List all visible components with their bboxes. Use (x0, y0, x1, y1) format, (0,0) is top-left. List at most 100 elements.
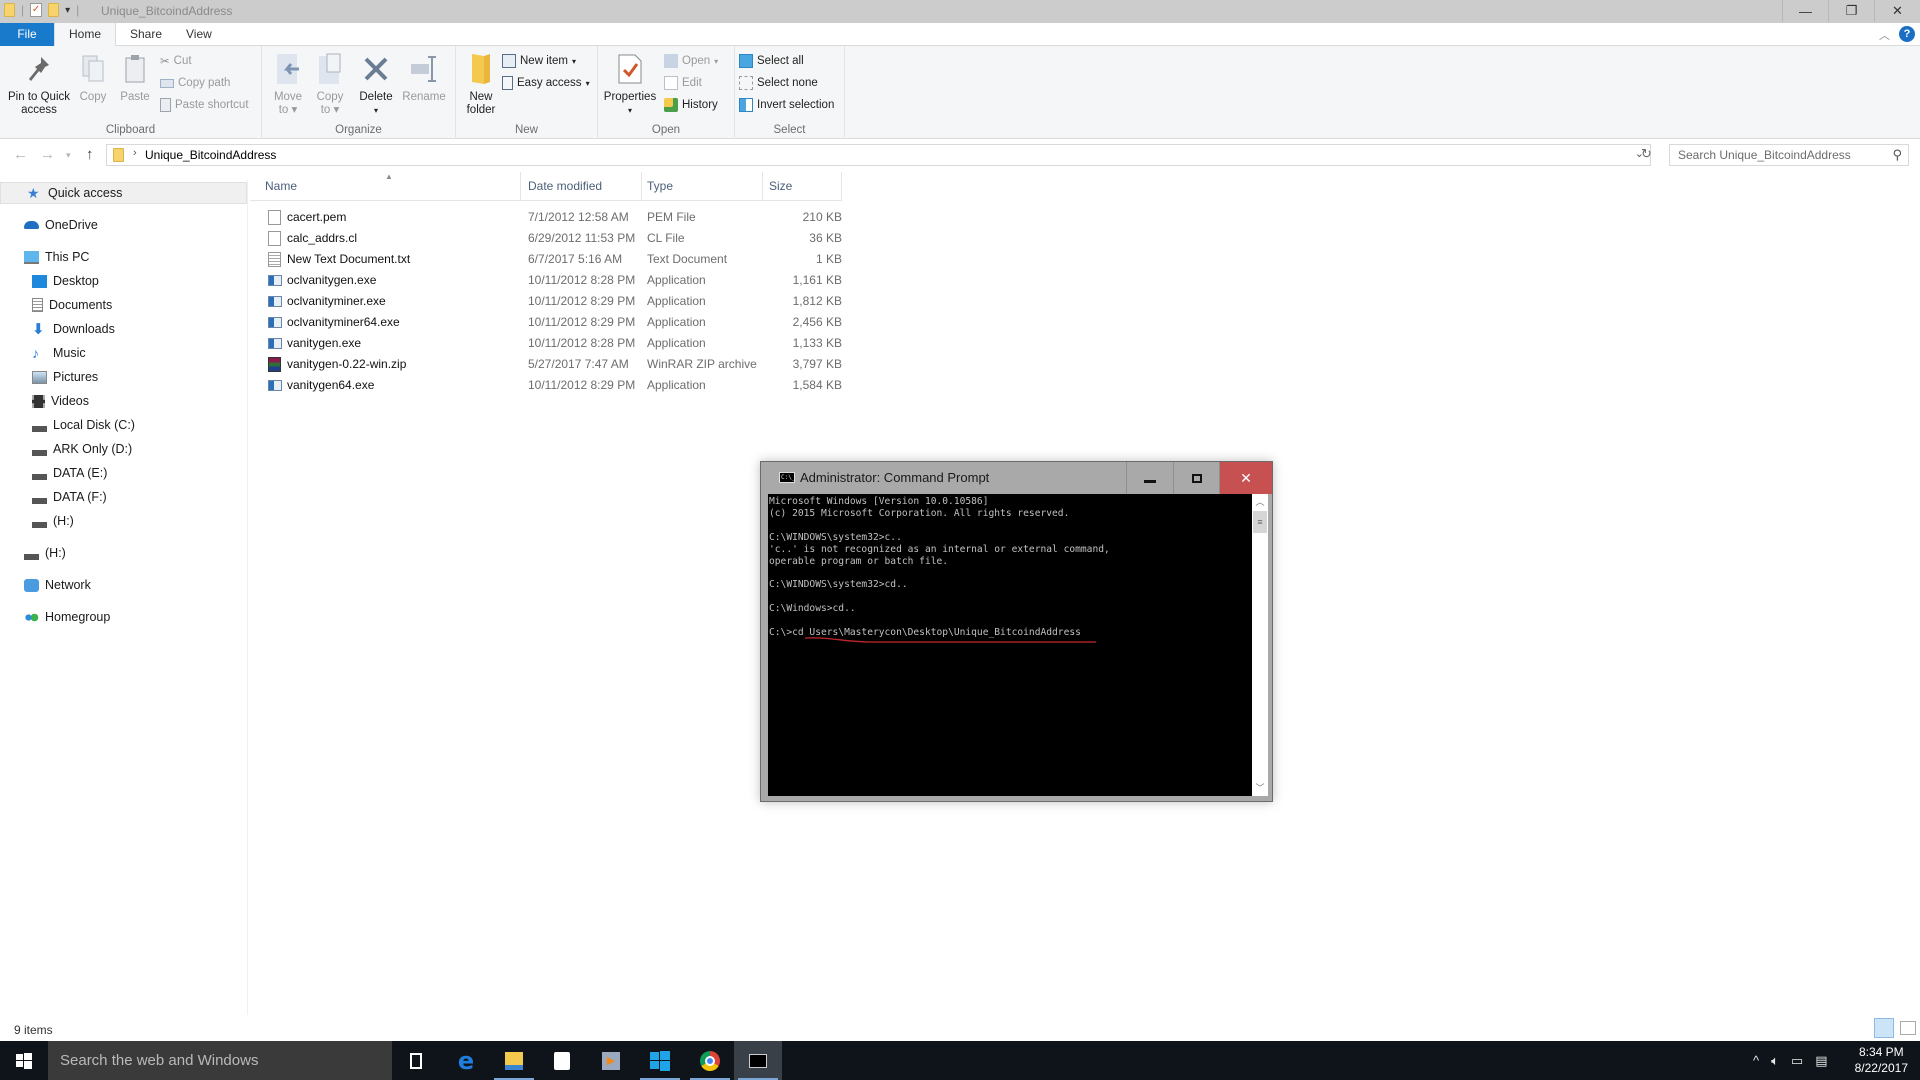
nav-data-f[interactable]: DATA (F:) (32, 486, 107, 508)
new-folder-qat-icon[interactable] (48, 3, 60, 17)
large-icons-view-button[interactable] (1900, 1021, 1916, 1035)
console-scrollbar[interactable]: ︿ ≡ ﹀ (1252, 494, 1268, 796)
column-header-size[interactable]: Size (763, 172, 842, 200)
properties-qat-icon[interactable]: ✓ (30, 3, 43, 17)
breadcrumb-current-folder[interactable]: Unique_BitcoindAddress (145, 148, 276, 162)
command-prompt-taskbar-button[interactable] (734, 1041, 782, 1080)
search-box[interactable]: ⚲ (1669, 144, 1909, 166)
windows-app-taskbar-button[interactable] (636, 1041, 684, 1080)
move-to-button[interactable]: Move to ▾ (270, 51, 306, 117)
application-icon (268, 317, 282, 328)
delete-button[interactable]: Delete ▾ (357, 51, 395, 117)
tab-view[interactable]: View (172, 23, 226, 46)
file-row[interactable]: New Text Document.txt 6/7/2017 5:16 AM Tex… (250, 249, 842, 270)
nav-network[interactable]: Network (24, 574, 91, 596)
command-prompt-title-bar[interactable]: C:\_ Administrator: Command Prompt ✕ (761, 462, 1272, 494)
nav-pictures[interactable]: Pictures (32, 366, 98, 388)
console-output[interactable]: Microsoft Windows [Version 10.0.10586] (… (768, 494, 1252, 796)
command-prompt-window[interactable]: C:\_ Administrator: Command Prompt ✕ Mic… (760, 461, 1273, 802)
file-explorer-taskbar-button[interactable] (490, 1041, 538, 1080)
column-header-date-modified[interactable]: Date modified (522, 172, 642, 200)
nav-videos[interactable]: Videos (32, 390, 89, 412)
new-folder-button[interactable]: New folder (460, 51, 502, 117)
rename-button[interactable]: Rename (400, 51, 448, 104)
scroll-up-icon[interactable]: ︿ (1252, 494, 1268, 510)
chrome-taskbar-button[interactable] (686, 1041, 734, 1080)
taskbar-search-input[interactable] (48, 1041, 392, 1080)
copy-to-button[interactable]: Copy to ▾ (312, 51, 348, 117)
search-input[interactable] (1670, 145, 1880, 165)
select-none-button[interactable]: Select none (739, 74, 818, 92)
forward-arrow-icon[interactable]: → (40, 146, 55, 163)
action-center-icon[interactable]: ▤ (1815, 1053, 1827, 1069)
pin-to-quick-access-button[interactable]: Pin to Quick access (4, 51, 74, 117)
address-bar[interactable]: › Unique_BitcoindAddress ⌄ (106, 144, 1651, 166)
media-player-taskbar-button[interactable]: ▶ (587, 1041, 635, 1080)
nav-documents[interactable]: Documents (32, 294, 112, 316)
nav-this-pc[interactable]: This PC (24, 246, 89, 268)
qat-customize-icon[interactable]: ▾ (65, 5, 70, 16)
column-header-name[interactable]: Name (259, 172, 521, 200)
copy-button[interactable]: Copy (76, 51, 110, 104)
column-header-type[interactable]: Type (641, 172, 763, 200)
nav-local-disk-c[interactable]: Local Disk (C:) (32, 414, 135, 436)
start-button[interactable] (0, 1041, 48, 1080)
select-all-button[interactable]: Select all (739, 52, 804, 70)
nav-data-e[interactable]: DATA (E:) (32, 462, 107, 484)
properties-button[interactable]: Properties ▾ (602, 51, 658, 117)
new-item-button[interactable]: New item ▾ (502, 52, 576, 70)
up-arrow-icon[interactable]: ↑ (86, 146, 94, 163)
store-taskbar-button[interactable] (538, 1041, 586, 1080)
nav-quick-access[interactable]: ★ Quick access (0, 182, 247, 204)
edit-button[interactable]: Edit (664, 74, 702, 92)
network-tray-icon[interactable]: ▭ (1791, 1053, 1803, 1069)
scroll-down-icon[interactable]: ﹀ (1252, 780, 1268, 796)
scrollbar-thumb[interactable]: ≡ (1253, 511, 1267, 533)
nav-drive-h-root[interactable]: (H:) (24, 542, 66, 564)
nav-music[interactable]: ♪ Music (32, 342, 86, 364)
details-view-button[interactable] (1874, 1018, 1894, 1038)
history-button[interactable]: History (664, 96, 718, 114)
easy-access-button[interactable]: Easy access ▾ (502, 74, 590, 92)
nav-downloads[interactable]: ⬇ Downloads (32, 318, 115, 340)
tab-share[interactable]: Share (116, 23, 176, 46)
paste-shortcut-button[interactable]: Paste shortcut (160, 96, 249, 114)
taskbar-clock[interactable]: 8:34 PM 8/22/2017 (1855, 1044, 1908, 1076)
help-icon[interactable]: ? (1899, 26, 1915, 42)
file-row[interactable]: vanitygen.exe 10/11/2012 8:28 PM Applicati… (250, 333, 842, 354)
nav-desktop[interactable]: Desktop (32, 270, 99, 292)
restore-button[interactable]: ❐ (1828, 0, 1874, 22)
volume-icon[interactable]: 🔈︎ (1771, 1053, 1779, 1069)
collapse-ribbon-icon[interactable]: ︿ (1879, 27, 1890, 43)
breadcrumb-chevron-icon[interactable]: › (133, 147, 137, 159)
show-hidden-icons-chevron-icon[interactable]: ^ (1753, 1053, 1759, 1068)
back-arrow-icon[interactable]: ← (13, 146, 28, 163)
refresh-icon[interactable]: ↻ (1641, 146, 1652, 162)
task-view-button[interactable] (392, 1041, 440, 1080)
file-row[interactable]: calc_addrs.cl 6/29/2012 11:53 PM CL File 36… (250, 228, 842, 249)
file-row[interactable]: oclvanitygen.exe 10/11/2012 8:28 PM Applic… (250, 270, 842, 291)
copy-path-button[interactable]: Copy path (160, 74, 230, 92)
cmd-maximize-button[interactable] (1173, 462, 1219, 494)
cut-button[interactable]: ✂ Cut (160, 52, 192, 70)
nav-drive-h[interactable]: (H:) (32, 510, 74, 532)
cmd-close-button[interactable]: ✕ (1219, 462, 1272, 494)
open-button[interactable]: Open ▾ (664, 52, 718, 70)
tab-home[interactable]: Home (54, 23, 117, 47)
nav-homegroup[interactable]: Homegroup (24, 606, 110, 628)
close-button[interactable]: ✕ (1874, 0, 1920, 22)
paste-button[interactable]: Paste (118, 51, 152, 104)
minimize-button[interactable]: — (1782, 0, 1828, 22)
file-row[interactable]: oclvanityminer.exe 10/11/2012 8:29 PM Appl… (250, 291, 842, 312)
recent-locations-chevron-icon[interactable]: ▾ (66, 150, 71, 161)
file-row[interactable]: vanitygen-0.22-win.zip 5/27/2017 7:47 AM W… (250, 354, 842, 375)
nav-ark-only-d[interactable]: ARK Only (D:) (32, 438, 132, 460)
nav-onedrive[interactable]: OneDrive (24, 214, 98, 236)
file-row[interactable]: vanitygen64.exe 10/11/2012 8:29 PM Applica… (250, 375, 842, 396)
cmd-minimize-button[interactable] (1126, 462, 1172, 494)
file-row[interactable]: cacert.pem 7/1/2012 12:58 AM PEM File 210 K… (250, 207, 842, 228)
edge-taskbar-button[interactable]: e (442, 1041, 490, 1080)
file-row[interactable]: oclvanityminer64.exe 10/11/2012 8:29 PM Ap… (250, 312, 842, 333)
invert-selection-button[interactable]: Invert selection (739, 96, 834, 114)
tab-file[interactable]: File (0, 23, 54, 46)
